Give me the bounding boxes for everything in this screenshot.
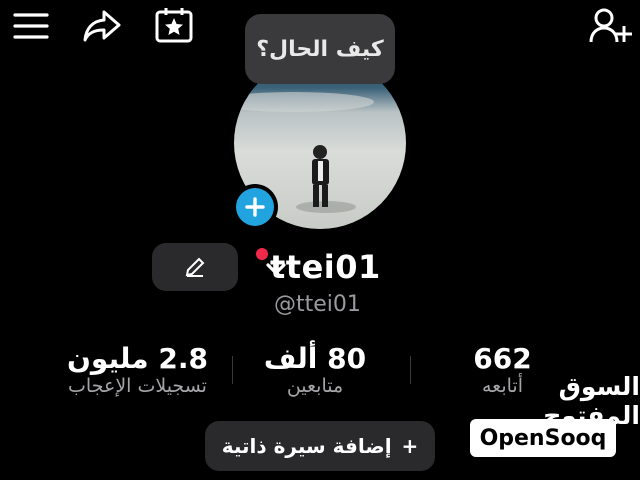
share-icon[interactable] bbox=[82, 8, 122, 44]
watermark-english: OpenSooq bbox=[479, 425, 607, 451]
stat-likes[interactable]: 2.8 مليون تسجيلات الإعجاب bbox=[40, 342, 235, 397]
stat-value: 80 ألف bbox=[263, 342, 367, 375]
user-handle: @ttei01 bbox=[274, 292, 361, 317]
stat-label: متابعين bbox=[286, 375, 344, 397]
stat-followers[interactable]: 80 ألف متابعين bbox=[245, 342, 385, 397]
stat-label: تسجيلات الإعجاب bbox=[68, 375, 207, 397]
bubble-text: كيف الحال؟ bbox=[256, 36, 384, 62]
plus-icon bbox=[236, 188, 274, 226]
pencil-icon bbox=[183, 255, 207, 279]
stat-divider bbox=[232, 356, 233, 384]
add-bio-button[interactable]: + إضافة سيرة ذاتية bbox=[205, 421, 435, 471]
add-user-icon[interactable] bbox=[588, 6, 632, 46]
plus-icon: + bbox=[401, 434, 419, 458]
edit-profile-button[interactable] bbox=[152, 243, 238, 291]
stat-value: 662 bbox=[473, 342, 532, 375]
stat-divider bbox=[410, 356, 411, 384]
watermark-logo: OpenSooq bbox=[470, 419, 616, 457]
add-avatar-button[interactable] bbox=[232, 184, 278, 230]
add-bio-label: إضافة سيرة ذاتية bbox=[221, 434, 392, 458]
username[interactable]: ttei01 bbox=[270, 248, 381, 286]
status-bubble[interactable]: كيف الحال؟ bbox=[245, 14, 395, 84]
notification-dot bbox=[256, 248, 268, 260]
menu-icon[interactable] bbox=[12, 10, 50, 42]
calendar-star-icon[interactable] bbox=[154, 6, 194, 44]
stat-value: 2.8 مليون bbox=[66, 342, 208, 375]
